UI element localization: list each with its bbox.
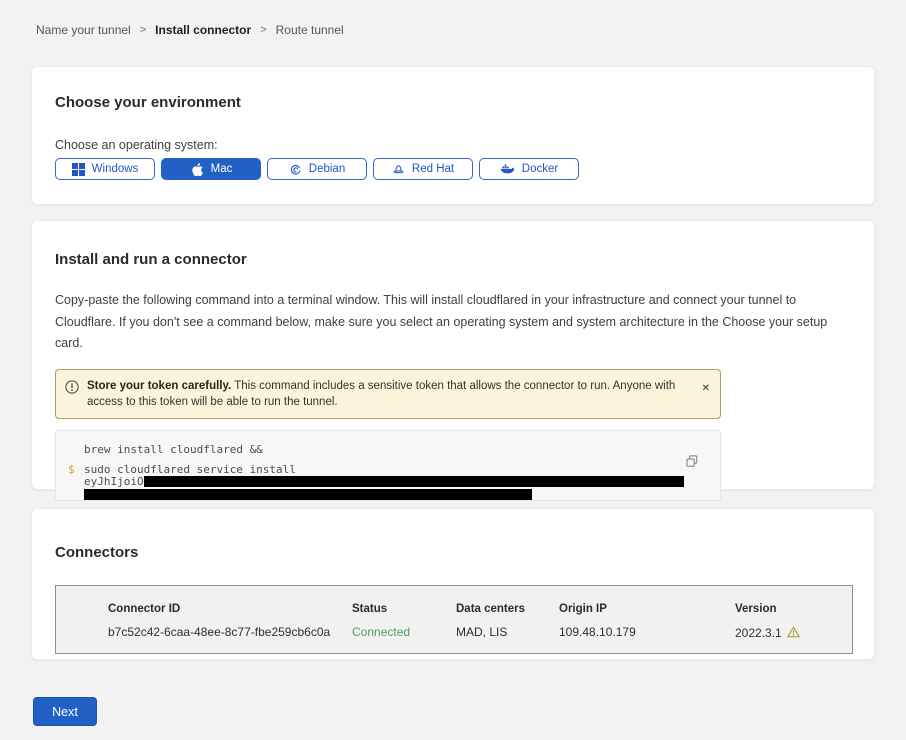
breadcrumb-install-connector[interactable]: Install connector xyxy=(155,23,251,37)
next-button[interactable]: Next xyxy=(33,697,97,726)
redhat-icon xyxy=(392,163,405,176)
environment-card-title: Choose your environment xyxy=(55,95,874,111)
token-line: eyJhIjoiO xyxy=(84,476,720,488)
token-warning-text: Store your token carefully. This command… xyxy=(87,378,690,410)
token-warning-banner: Store your token carefully. This command… xyxy=(55,369,721,419)
os-button-label: Mac xyxy=(211,163,233,175)
os-button-windows[interactable]: Windows xyxy=(55,158,155,180)
breadcrumb-name-your-tunnel[interactable]: Name your tunnel xyxy=(36,23,131,37)
connectors-card: Connectors Connector ID Status Data cent… xyxy=(31,508,875,660)
install-command-code-block: brew install cloudflared && $ sudo cloud… xyxy=(55,430,721,501)
token-prefix: eyJhIjoiO xyxy=(84,476,144,488)
install-description: Copy-paste the following command into a … xyxy=(55,290,850,355)
column-header-origin-ip: Origin IP xyxy=(559,603,735,616)
docker-icon xyxy=(500,163,515,175)
install-connector-card: Install and run a connector Copy-paste t… xyxy=(31,220,875,490)
connectors-table: Connector ID Status Data centers Origin … xyxy=(55,585,853,654)
status-badge: Connected xyxy=(352,626,456,641)
version-number: 2022.3.1 xyxy=(735,627,782,640)
column-header-data-centers: Data centers xyxy=(456,603,559,616)
install-card-title: Install and run a connector xyxy=(55,252,874,268)
os-button-docker[interactable]: Docker xyxy=(479,158,579,180)
warning-triangle-icon xyxy=(787,626,800,641)
os-button-label: Docker xyxy=(522,163,558,175)
info-circle-icon xyxy=(65,380,79,399)
os-button-label: Debian xyxy=(309,163,345,175)
code-line-sudo-text: sudo cloudflared service install xyxy=(84,463,296,476)
redaction-bar xyxy=(144,476,684,487)
environment-card: Choose your environment Choose an operat… xyxy=(31,66,875,205)
os-select-label: Choose an operating system: xyxy=(55,138,874,152)
code-line-brew: brew install cloudflared && xyxy=(84,443,720,456)
column-header-status: Status xyxy=(352,603,456,616)
redaction-bar xyxy=(84,489,532,500)
code-line-sudo: $ sudo cloudflared service install xyxy=(84,464,720,476)
version-value: 2022.3.1 xyxy=(735,626,852,641)
os-button-mac[interactable]: Mac xyxy=(161,158,261,180)
shell-prompt: $ xyxy=(68,464,75,476)
connectors-card-title: Connectors xyxy=(55,545,874,561)
token-warning-title: Store your token carefully. xyxy=(87,380,231,392)
os-button-label: Red Hat xyxy=(412,163,454,175)
breadcrumb-separator: > xyxy=(260,24,266,36)
debian-icon xyxy=(289,163,302,176)
close-icon[interactable]: ✕ xyxy=(702,384,710,394)
table-row: b7c52c42-6caa-48ee-8c77-fbe259cb6c0a Con… xyxy=(108,616,852,641)
column-header-connector-id: Connector ID xyxy=(108,603,352,616)
os-button-label: Windows xyxy=(92,163,139,175)
os-button-redhat[interactable]: Red Hat xyxy=(373,158,473,180)
data-centers-value: MAD, LIS xyxy=(456,626,559,641)
breadcrumb-separator: > xyxy=(140,24,146,36)
origin-ip-value: 109.48.10.179 xyxy=(559,626,735,641)
windows-icon xyxy=(72,163,85,176)
breadcrumb: Name your tunnel > Install connector > R… xyxy=(36,23,344,37)
os-button-group: Windows Mac Debian xyxy=(55,158,874,180)
os-button-debian[interactable]: Debian xyxy=(267,158,367,180)
connector-id-value: b7c52c42-6caa-48ee-8c77-fbe259cb6c0a xyxy=(108,626,352,641)
connectors-table-header: Connector ID Status Data centers Origin … xyxy=(108,603,852,616)
column-header-version: Version xyxy=(735,603,852,616)
copy-icon[interactable] xyxy=(686,455,698,471)
breadcrumb-route-tunnel[interactable]: Route tunnel xyxy=(276,23,344,37)
apple-icon xyxy=(190,162,204,177)
